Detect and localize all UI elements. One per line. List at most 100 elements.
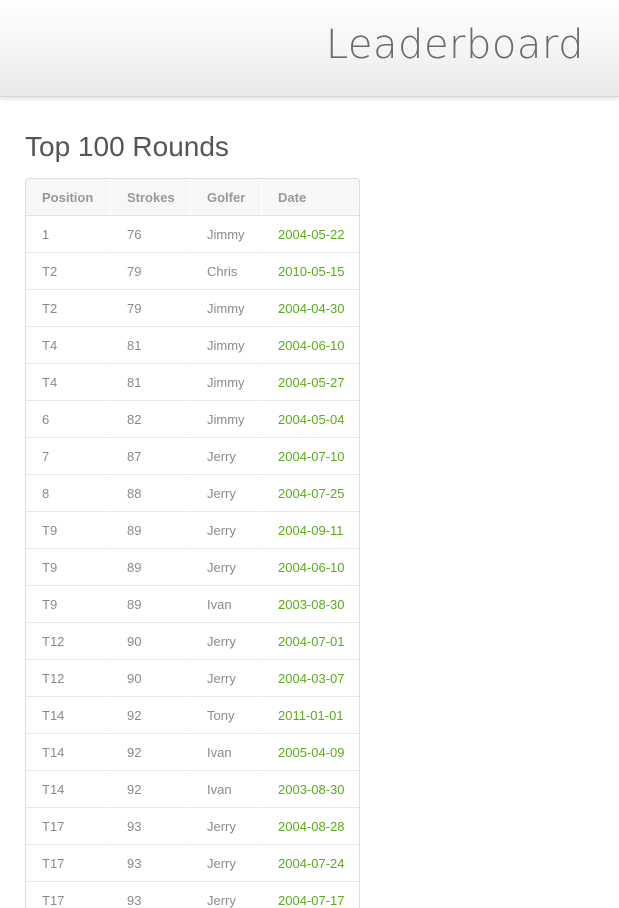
- table-row: T14 92 Ivan 2003-08-30: [26, 771, 359, 808]
- page-title: Top 100 Rounds: [25, 131, 229, 162]
- cell-date-link[interactable]: 2004-07-10: [261, 438, 359, 475]
- cell-strokes: 93: [110, 808, 190, 845]
- cell-golfer: Jimmy: [190, 290, 261, 327]
- cell-date-link[interactable]: 2004-08-28: [261, 808, 359, 845]
- cell-strokes: 93: [110, 882, 190, 908]
- site-title: Leaderboard: [325, 22, 584, 68]
- cell-position: T14: [26, 734, 110, 771]
- cell-golfer: Jerry: [190, 845, 261, 882]
- cell-golfer: Jerry: [190, 438, 261, 475]
- cell-date-link[interactable]: 2010-05-15: [261, 253, 359, 290]
- cell-strokes: 93: [110, 845, 190, 882]
- cell-golfer: Jerry: [190, 882, 261, 908]
- cell-golfer: Jimmy: [190, 364, 261, 401]
- cell-strokes: 82: [110, 401, 190, 438]
- cell-date-link[interactable]: 2004-05-22: [261, 216, 359, 253]
- table-row: T17 93 Jerry 2004-08-28: [26, 808, 359, 845]
- cell-golfer: Jimmy: [190, 327, 261, 364]
- cell-position: T14: [26, 697, 110, 734]
- cell-position: T2: [26, 290, 110, 327]
- cell-strokes: 81: [110, 327, 190, 364]
- cell-date-link[interactable]: 2005-04-09: [261, 734, 359, 771]
- cell-position: T17: [26, 808, 110, 845]
- table-row: 7 87 Jerry 2004-07-10: [26, 438, 359, 475]
- cell-position: T4: [26, 327, 110, 364]
- table-row: 6 82 Jimmy 2004-05-04: [26, 401, 359, 438]
- table-row: T4 81 Jimmy 2004-06-10: [26, 327, 359, 364]
- cell-date-link[interactable]: 2004-06-10: [261, 327, 359, 364]
- leaderboard-table: Position Strokes Golfer Date 1 76 Jimmy 200…: [26, 179, 359, 908]
- cell-date-link[interactable]: 2004-07-24: [261, 845, 359, 882]
- cell-position: 6: [26, 401, 110, 438]
- column-header-golfer: Golfer: [190, 179, 261, 216]
- cell-golfer: Jerry: [190, 475, 261, 512]
- cell-date-link[interactable]: 2011-01-01: [261, 697, 359, 734]
- cell-strokes: 87: [110, 438, 190, 475]
- cell-date-link[interactable]: 2004-07-01: [261, 623, 359, 660]
- table-row: T4 81 Jimmy 2004-05-27: [26, 364, 359, 401]
- cell-date-link[interactable]: 2004-03-07: [261, 660, 359, 697]
- cell-golfer: Ivan: [190, 586, 261, 623]
- column-header-strokes: Strokes: [110, 179, 190, 216]
- cell-strokes: 92: [110, 771, 190, 808]
- cell-strokes: 79: [110, 253, 190, 290]
- cell-golfer: Chris: [190, 253, 261, 290]
- table-row: T12 90 Jerry 2004-03-07: [26, 660, 359, 697]
- table-row: T17 93 Jerry 2004-07-24: [26, 845, 359, 882]
- cell-position: T2: [26, 253, 110, 290]
- cell-golfer: Ivan: [190, 734, 261, 771]
- cell-strokes: 81: [110, 364, 190, 401]
- cell-strokes: 92: [110, 697, 190, 734]
- cell-strokes: 79: [110, 290, 190, 327]
- cell-position: T17: [26, 882, 110, 908]
- table-row: T9 89 Ivan 2003-08-30: [26, 586, 359, 623]
- cell-golfer: Jerry: [190, 808, 261, 845]
- page-header: Leaderboard: [0, 0, 619, 97]
- table-row: T9 89 Jerry 2004-06-10: [26, 549, 359, 586]
- cell-position: T9: [26, 512, 110, 549]
- table-row: T17 93 Jerry 2004-07-17: [26, 882, 359, 908]
- cell-strokes: 76: [110, 216, 190, 253]
- cell-position: T12: [26, 660, 110, 697]
- table-row: T12 90 Jerry 2004-07-01: [26, 623, 359, 660]
- table-row: T9 89 Jerry 2004-09-11: [26, 512, 359, 549]
- table-row: T2 79 Chris 2010-05-15: [26, 253, 359, 290]
- cell-golfer: Jerry: [190, 623, 261, 660]
- cell-golfer: Jimmy: [190, 401, 261, 438]
- cell-position: 7: [26, 438, 110, 475]
- cell-date-link[interactable]: 2004-07-25: [261, 475, 359, 512]
- cell-strokes: 89: [110, 512, 190, 549]
- cell-date-link[interactable]: 2004-09-11: [261, 512, 359, 549]
- cell-strokes: 92: [110, 734, 190, 771]
- cell-strokes: 90: [110, 660, 190, 697]
- table-row: T14 92 Ivan 2005-04-09: [26, 734, 359, 771]
- cell-position: 1: [26, 216, 110, 253]
- leaderboard-table-container: Position Strokes Golfer Date 1 76 Jimmy 200…: [25, 178, 360, 908]
- cell-strokes: 88: [110, 475, 190, 512]
- cell-golfer: Jimmy: [190, 216, 261, 253]
- cell-golfer: Jerry: [190, 512, 261, 549]
- table-row: T2 79 Jimmy 2004-04-30: [26, 290, 359, 327]
- cell-position: T9: [26, 586, 110, 623]
- table-row: 8 88 Jerry 2004-07-25: [26, 475, 359, 512]
- cell-position: T9: [26, 549, 110, 586]
- cell-date-link[interactable]: 2004-04-30: [261, 290, 359, 327]
- cell-strokes: 89: [110, 549, 190, 586]
- cell-date-link[interactable]: 2003-08-30: [261, 771, 359, 808]
- table-row: 1 76 Jimmy 2004-05-22: [26, 216, 359, 253]
- column-header-date: Date: [261, 179, 359, 216]
- cell-position: T12: [26, 623, 110, 660]
- cell-golfer: Jerry: [190, 549, 261, 586]
- cell-golfer: Tony: [190, 697, 261, 734]
- cell-date-link[interactable]: 2003-08-30: [261, 586, 359, 623]
- cell-date-link[interactable]: 2004-07-17: [261, 882, 359, 908]
- cell-date-link[interactable]: 2004-05-04: [261, 401, 359, 438]
- cell-position: 8: [26, 475, 110, 512]
- cell-date-link[interactable]: 2004-05-27: [261, 364, 359, 401]
- cell-strokes: 89: [110, 586, 190, 623]
- cell-position: T17: [26, 845, 110, 882]
- cell-date-link[interactable]: 2004-06-10: [261, 549, 359, 586]
- cell-golfer: Ivan: [190, 771, 261, 808]
- column-header-position: Position: [26, 179, 110, 216]
- table-row: T14 92 Tony 2011-01-01: [26, 697, 359, 734]
